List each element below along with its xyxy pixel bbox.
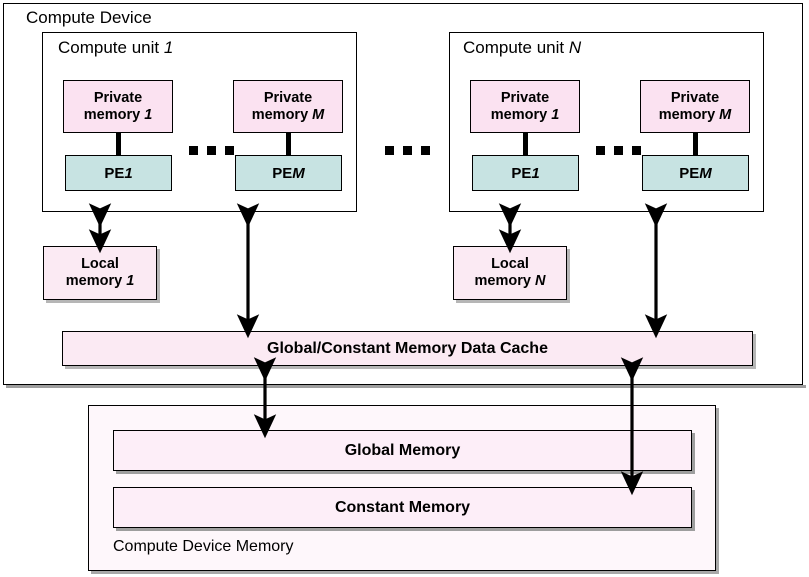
private-memory-n-1-line1: Private (500, 89, 550, 106)
global-constant-cache-bar: Global/Constant Memory Data Cache (62, 331, 753, 366)
compute-device-title: Compute Device (26, 8, 152, 27)
ellipsis-inside-unit-n (596, 146, 641, 155)
ellipsis-between-units (385, 146, 430, 155)
pe-n-m-box: PE M (642, 155, 749, 191)
compute-unit-n-title: Compute unit N (463, 38, 581, 58)
private-memory-n-m-text: memory (658, 106, 720, 123)
private-memory-1-2-box: Private memory M (233, 80, 343, 133)
diagram-canvas: Compute Device Compute unit 1 Private me… (0, 0, 809, 577)
pe-1-1-label: PE (104, 164, 125, 182)
constant-memory-bar: Constant Memory (113, 487, 692, 528)
pe-n-1-box: PE 1 (472, 155, 579, 191)
private-memory-1-1-line1: Private (93, 89, 143, 106)
private-memory-1-2-text: memory (251, 106, 313, 123)
private-memory-1-2-index: M (312, 106, 325, 123)
pe-1-2-label: PE (272, 164, 293, 182)
private-memory-1-2-line2: memory M (252, 107, 325, 124)
pe-1-1-index: 1 (124, 164, 133, 182)
ellipsis-inside-unit-1 (189, 146, 234, 155)
global-memory-bar: Global Memory (113, 430, 692, 471)
local-memory-1-line1: Local (81, 256, 119, 272)
private-memory-1-1-index: 1 (144, 106, 153, 123)
local-memory-1-text: memory (65, 273, 127, 289)
private-memory-n-m-line1: Private (670, 89, 720, 106)
pe-n-m-label: PE (679, 164, 700, 182)
compute-device-memory-title: Compute Device Memory (113, 538, 294, 555)
local-memory-n-index: N (534, 273, 546, 289)
compute-unit-n-title-prefix: Compute unit (463, 38, 569, 57)
pe-1-1-box: PE 1 (65, 155, 172, 191)
pe-1-2-index: M (292, 164, 305, 182)
connector-stem-n-m (693, 132, 698, 156)
pe-1-2-box: PE M (235, 155, 342, 191)
private-memory-1-1-text: memory (83, 106, 145, 123)
pe-n-1-index: 1 (531, 164, 540, 182)
compute-unit-1-title-prefix: Compute unit (58, 38, 164, 57)
private-memory-1-1-line2: memory 1 (84, 107, 153, 124)
private-memory-n-1-line2: memory 1 (491, 107, 560, 124)
local-memory-1-index: 1 (126, 273, 135, 289)
connector-stem-1-1 (116, 132, 121, 156)
private-memory-n-1-index: 1 (551, 106, 560, 123)
private-memory-n-m-box: Private memory M (640, 80, 750, 133)
pe-n-1-label: PE (511, 164, 532, 182)
connector-stem-n-1 (523, 132, 528, 156)
local-memory-n-line2: memory N (475, 273, 546, 290)
private-memory-1-1-box: Private memory 1 (63, 80, 173, 133)
compute-device-shadow (6, 385, 806, 388)
private-memory-n-m-line2: memory M (659, 107, 732, 124)
private-memory-n-1-box: Private memory 1 (470, 80, 580, 133)
local-memory-1-line2: memory 1 (66, 273, 135, 290)
compute-unit-n-title-index: N (568, 38, 582, 57)
local-memory-n-text: memory (474, 273, 535, 289)
compute-unit-1-title: Compute unit 1 (58, 38, 173, 58)
local-memory-n-line1: Local (491, 256, 529, 272)
compute-unit-1-title-index: 1 (163, 38, 174, 57)
connector-stem-1-2 (286, 132, 291, 156)
local-memory-n-box: Local memory N (453, 246, 567, 300)
local-memory-1-box: Local memory 1 (43, 246, 157, 300)
private-memory-1-2-line1: Private (263, 89, 313, 106)
pe-n-m-index: M (699, 164, 712, 182)
private-memory-n-1-text: memory (490, 106, 552, 123)
private-memory-n-m-index: M (719, 106, 732, 123)
